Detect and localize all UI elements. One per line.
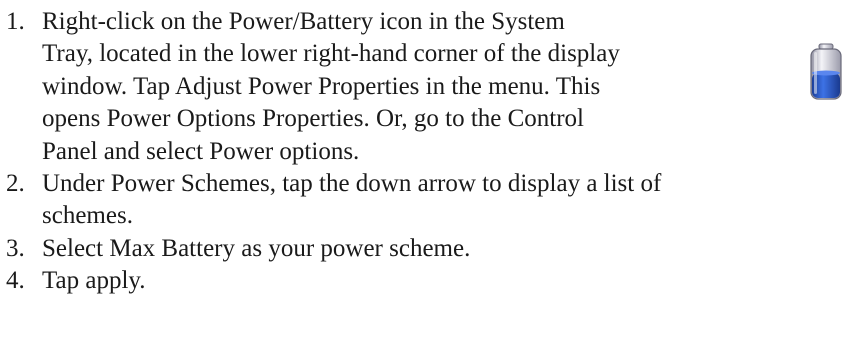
list-item: 4. Tap apply. — [6, 265, 802, 297]
step-number: 1. — [6, 8, 25, 35]
step-text: Tap apply. — [42, 267, 146, 295]
battery-icon — [808, 40, 845, 104]
list-item: 2. Under Power Schemes, tap the down arr… — [6, 168, 802, 233]
step-text: Under Power Schemes, tap the down arrow … — [42, 170, 662, 230]
step-number: 4. — [6, 267, 25, 295]
list-item: 3. Select Max Battery as your power sche… — [6, 233, 802, 265]
instruction-list: 1. Right-click on the Power/Battery icon… — [6, 6, 802, 298]
step-text: Select Max Battery as your power scheme. — [42, 234, 471, 262]
step-text: Right-click on the Power/Battery icon in… — [42, 8, 620, 165]
step-number: 3. — [6, 234, 25, 262]
step-number: 2. — [6, 170, 25, 198]
list-item: 1. Right-click on the Power/Battery icon… — [6, 6, 802, 168]
